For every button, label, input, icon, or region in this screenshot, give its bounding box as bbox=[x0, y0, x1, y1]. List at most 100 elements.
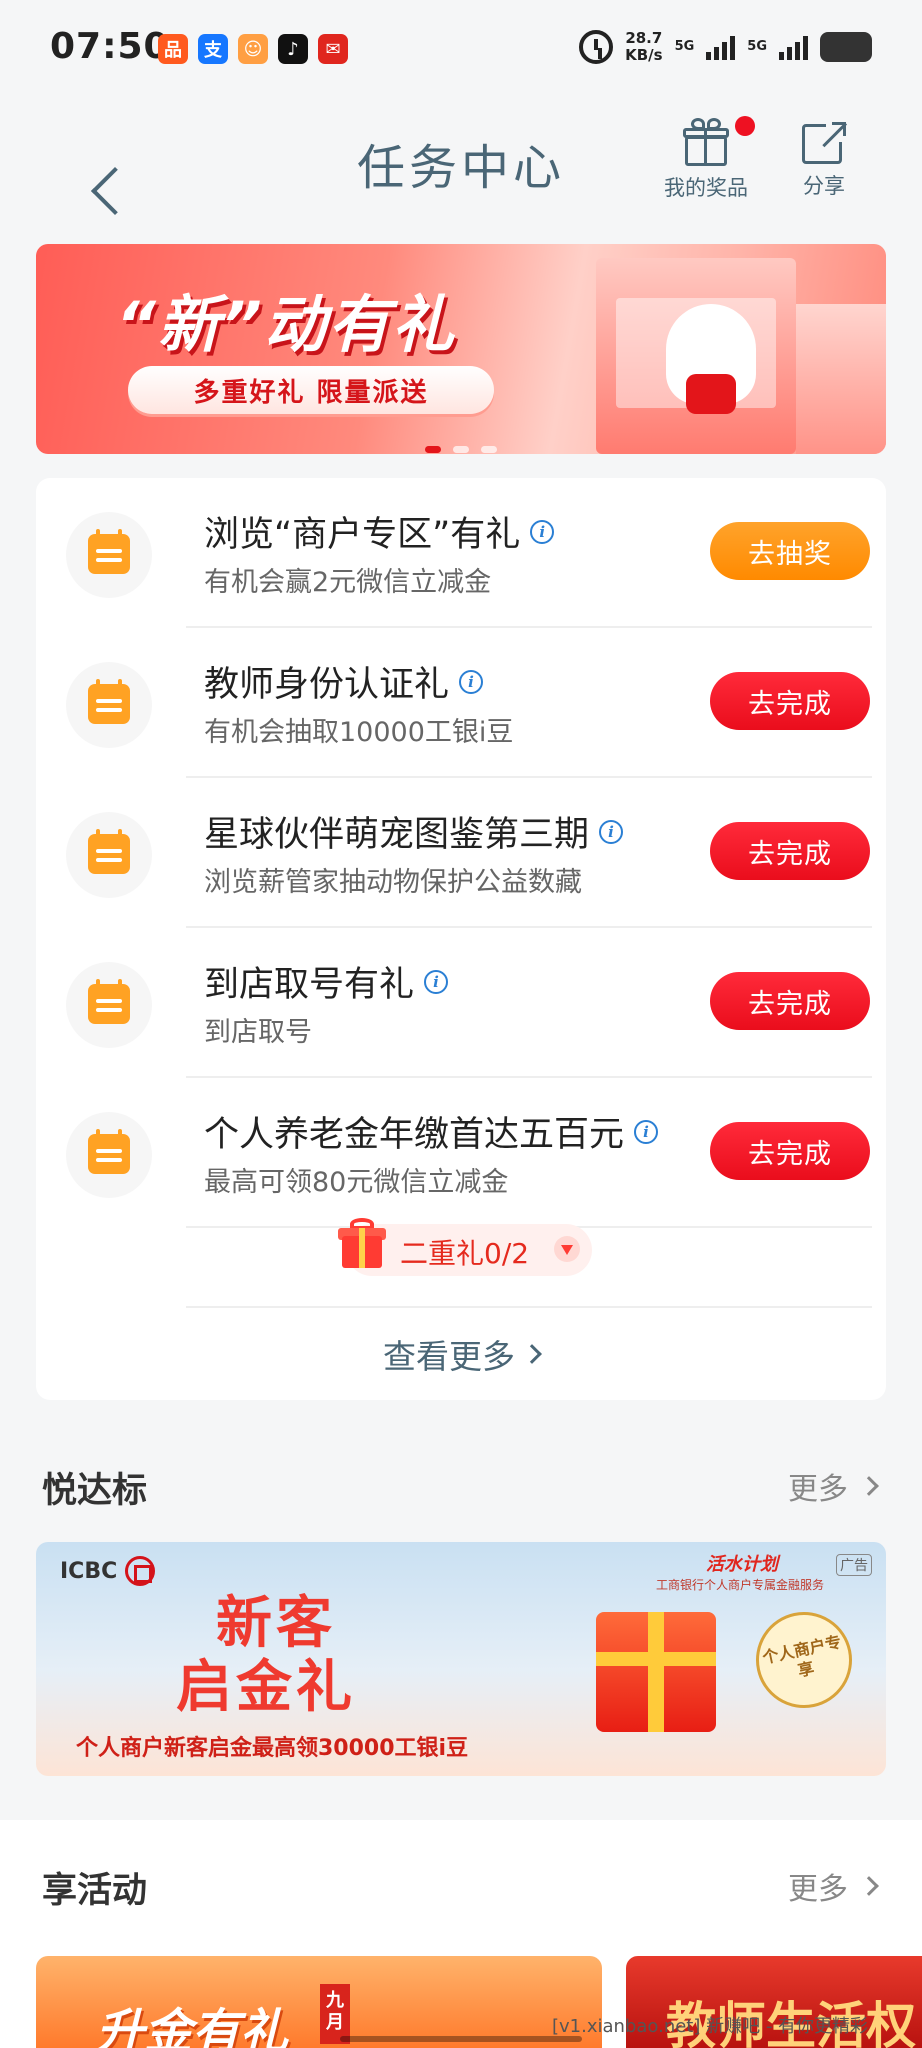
task-title-text: 教师身份认证礼 bbox=[204, 665, 450, 705]
task-action-button[interactable]: 去完成 bbox=[710, 1122, 870, 1180]
sim1-label: 5G bbox=[674, 39, 695, 54]
info-icon[interactable]: i bbox=[459, 669, 484, 694]
ad-plan: 活水计划 bbox=[706, 1554, 778, 1575]
calendar-icon bbox=[88, 1129, 130, 1174]
mascot-illustration bbox=[666, 304, 756, 414]
activity-card[interactable]: 升金有礼 九月 bbox=[36, 1956, 602, 2048]
notification-app-icons: 品支 ☺ ♪ ✉ bbox=[158, 34, 348, 64]
info-icon[interactable]: i bbox=[599, 819, 624, 844]
see-more-label: 查看更多 bbox=[383, 1337, 515, 1376]
ad-plan-subtitle: 工商银行个人商户专属金融服务 bbox=[656, 1578, 825, 1592]
share-label: 分享 bbox=[803, 174, 845, 198]
net-speed-unit: KB/s bbox=[625, 46, 663, 64]
my-prizes-label: 我的奖品 bbox=[664, 176, 748, 200]
task-title: 到店取号有礼 i bbox=[204, 956, 449, 1007]
task-title: 浏览“商户专区”有礼 i bbox=[204, 506, 555, 557]
signal-bars-icon bbox=[706, 34, 736, 60]
task-action-button[interactable]: 去抽奖 bbox=[710, 522, 870, 580]
battery-icon bbox=[820, 32, 872, 62]
alarm-icon bbox=[579, 30, 614, 64]
ad-title-line2: 启金礼 bbox=[176, 1655, 356, 1720]
page-header: 任务中心 我的奖品 分享 bbox=[0, 100, 922, 230]
task-icon-bg bbox=[66, 512, 152, 598]
task-title-text: 浏览“商户专区”有礼 bbox=[204, 515, 521, 555]
divider bbox=[186, 1306, 872, 1308]
chevron-right-icon bbox=[859, 1876, 879, 1896]
divider bbox=[186, 626, 872, 628]
notification-dot bbox=[735, 116, 755, 136]
section-title: 悦达标 bbox=[42, 1471, 148, 1511]
sim2-signal: 5G bbox=[747, 40, 767, 54]
banner-subtitle: 多重好礼 限量派送 bbox=[128, 366, 494, 414]
task-icon-bg bbox=[66, 962, 152, 1048]
sim1-signal: 5G bbox=[675, 40, 695, 54]
task-subtitle: 有机会赢2元微信立减金 bbox=[204, 567, 492, 598]
banner-title: “新”动有礼 bbox=[116, 288, 456, 361]
sim2-label: 5G bbox=[747, 39, 767, 54]
task-row: 个人养老金年缴首达五百元 i 最高可领80元微信立减金 去完成 bbox=[36, 1078, 886, 1228]
divider bbox=[186, 1076, 872, 1078]
share-button[interactable]: 分享 bbox=[802, 120, 848, 200]
info-icon[interactable]: i bbox=[634, 1119, 659, 1144]
icbc-brand: ICBC bbox=[60, 1556, 156, 1586]
icbc-logo-icon bbox=[125, 1556, 156, 1586]
task-icon-bg bbox=[66, 812, 152, 898]
divider bbox=[186, 776, 872, 778]
task-icon-bg bbox=[66, 662, 152, 748]
task-action-button[interactable]: 去完成 bbox=[710, 972, 870, 1030]
task-subtitle: 最高可领80元微信立减金 bbox=[204, 1167, 509, 1198]
calendar-icon bbox=[88, 829, 130, 874]
gift-icon bbox=[683, 116, 755, 166]
reward-progress-pill[interactable]: 二重礼0/2 bbox=[338, 1218, 592, 1276]
home-indicator[interactable] bbox=[340, 2036, 582, 2042]
see-more-link[interactable]: 查看更多 bbox=[36, 1330, 886, 1378]
activity-title: 升金有礼 bbox=[96, 2004, 289, 2048]
carousel-dot[interactable] bbox=[453, 446, 469, 453]
building-illustration bbox=[796, 304, 886, 454]
carousel-dot[interactable] bbox=[425, 446, 441, 453]
more-label: 更多 bbox=[788, 1872, 848, 1907]
carousel-dots bbox=[0, 446, 922, 453]
task-title-text: 个人养老金年缴首达五百元 bbox=[204, 1115, 625, 1155]
my-prizes-button[interactable]: 我的奖品 bbox=[664, 116, 755, 202]
red-gift-icon bbox=[338, 1218, 386, 1270]
status-time: 07:50 bbox=[50, 26, 170, 67]
chevron-right-icon bbox=[522, 1344, 542, 1364]
task-action-button[interactable]: 去完成 bbox=[710, 672, 870, 730]
share-icon bbox=[802, 120, 848, 164]
task-row: 到店取号有礼 i 到店取号 去完成 bbox=[36, 928, 886, 1078]
brand-name: ICBC bbox=[60, 1558, 118, 1584]
section-more-button[interactable]: 更多 bbox=[788, 1464, 879, 1508]
ad-tag: 广告 bbox=[836, 1554, 872, 1576]
promo-banner[interactable]: “新”动有礼 多重好礼 限量派送 bbox=[36, 244, 886, 454]
task-action-button[interactable]: 去完成 bbox=[710, 822, 870, 880]
chevron-right-icon bbox=[859, 1476, 879, 1496]
alipay-app-icon: 支 bbox=[198, 34, 228, 64]
news-app-icon: ✉ bbox=[318, 34, 348, 64]
task-subtitle: 浏览薪管家抽动物保护公益数藏 bbox=[204, 867, 582, 898]
task-title-text: 到店取号有礼 bbox=[204, 965, 415, 1005]
task-title: 教师身份认证礼 i bbox=[204, 656, 484, 707]
calendar-icon bbox=[88, 529, 130, 574]
gift-box-illustration bbox=[596, 1612, 716, 1732]
more-label: 更多 bbox=[788, 1472, 848, 1507]
calendar-icon bbox=[88, 979, 130, 1024]
reward-progress-label: 二重礼0/2 bbox=[400, 1237, 530, 1270]
activity-badge: 九月 bbox=[320, 1984, 350, 2044]
task-icon-bg bbox=[66, 1112, 152, 1198]
task-title: 个人养老金年缴首达五百元 i bbox=[204, 1106, 659, 1157]
ad-banner[interactable]: ICBC 活水计划 工商银行个人商户专属金融服务 广告 新客 启金礼 个人商户新… bbox=[36, 1542, 886, 1776]
ad-seal: 个人商户专享 bbox=[747, 1603, 861, 1717]
task-list-card: 个人养老金年缴首达五百元 i 最高可领80元微信立减金 去完成 到店取号有礼 i 到店取号去… bbox=[36, 478, 886, 1400]
section-header-activities: 享活动 更多 bbox=[0, 1862, 922, 1922]
divider bbox=[186, 926, 872, 928]
game-app-icon: ☺ bbox=[238, 34, 268, 64]
signal-bars-icon bbox=[779, 34, 808, 60]
task-row: 教师身份认证礼 i 有机会抽取10000工银i豆 去完成 bbox=[36, 628, 886, 778]
info-icon[interactable]: i bbox=[424, 969, 449, 994]
watermark: [v1.xianbao.net] 新赚吧 - 有你更精彩 bbox=[552, 2016, 869, 2037]
info-icon[interactable]: i bbox=[530, 519, 555, 544]
carousel-dot[interactable] bbox=[481, 446, 497, 453]
task-subtitle: 有机会抽取10000工银i豆 bbox=[204, 717, 514, 748]
section-more-button[interactable]: 更多 bbox=[788, 1864, 879, 1908]
